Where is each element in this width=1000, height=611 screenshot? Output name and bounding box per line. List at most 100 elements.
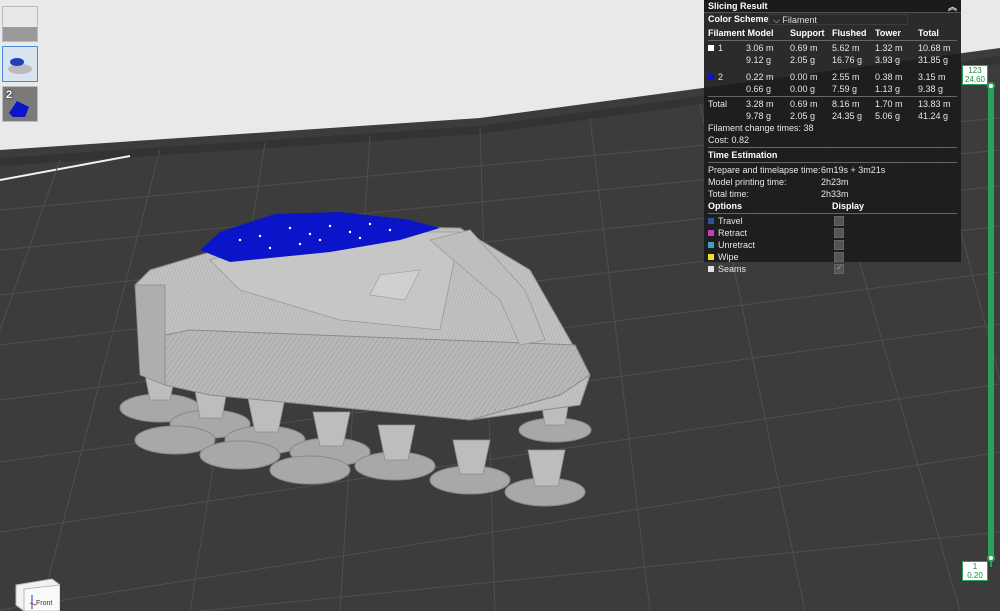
- seams-display-checkbox[interactable]: [834, 263, 844, 274]
- cost-row: Cost: 0.82: [704, 134, 961, 146]
- chevron-down-icon: ⌵: [773, 15, 783, 25]
- col-header: Tower: [875, 28, 901, 38]
- table-cell: 9.78 g: [746, 111, 772, 121]
- table-cell: 5.62 m: [832, 43, 860, 53]
- filament-id: 2: [718, 72, 724, 82]
- option-label: Travel: [718, 216, 743, 226]
- plate-thumbnail-2[interactable]: [2, 46, 38, 82]
- unretract-swatch: [708, 242, 714, 248]
- color-scheme-dropdown[interactable]: ⌵ Filament: [768, 14, 908, 25]
- total-time-value: 2h33m: [821, 189, 849, 199]
- option-retract: Retract: [704, 227, 961, 239]
- table-cell: 0.22 m: [746, 72, 774, 82]
- display-label: Display: [832, 201, 865, 211]
- table-cell: 13.83 m: [918, 99, 951, 109]
- unretract-display-checkbox[interactable]: [834, 240, 844, 250]
- time-estimation-title: Time Estimation: [708, 150, 778, 160]
- bottom-layer-number: 1: [972, 562, 978, 571]
- table-cell: 0.69 m: [790, 43, 818, 53]
- table-row: 9.12 g 2.05 g 16.76 g 3.93 g 31.85 g: [704, 54, 961, 66]
- filament-table-header: Filament Model Support Flushed Tower Tot…: [704, 27, 961, 39]
- plate-preview: [3, 27, 37, 41]
- table-cell: 2.05 g: [790, 111, 816, 121]
- plate-number: 2: [6, 89, 13, 101]
- options-header: Options Display: [704, 200, 961, 212]
- table-row: 0.66 g 0.00 g 7.59 g 1.13 g 9.38 g: [704, 83, 961, 95]
- total-row: Total 3.28 m 0.69 m 8.16 m 1.70 m 13.83 …: [704, 98, 961, 110]
- option-label: Seams: [718, 264, 747, 274]
- cube-face-label: Front: [36, 600, 53, 607]
- plate-thumbnail-list: 2: [2, 6, 40, 126]
- view-cube[interactable]: Front: [12, 575, 61, 611]
- option-wipe: Wipe: [704, 251, 961, 263]
- option-seams: Seams: [704, 263, 961, 275]
- col-header: Total: [918, 28, 939, 38]
- col-header: Filament Model: [708, 28, 774, 38]
- model-time-value: 2h23m: [821, 177, 849, 187]
- filament-change-text: Filament change times: 38: [708, 123, 814, 133]
- table-cell: 0.38 m: [875, 72, 903, 82]
- table-cell: 3.28 m: [746, 99, 774, 109]
- options-label: Options: [708, 201, 742, 211]
- table-row: 2 0.22 m 0.00 m 2.55 m 0.38 m 3.15 m: [704, 71, 961, 83]
- table-cell: 1.70 m: [875, 99, 903, 109]
- divider: [708, 40, 957, 41]
- model-time-label: Model printing time:: [708, 177, 787, 187]
- model-preview-icon: [8, 58, 32, 74]
- table-cell: 2.05 g: [790, 55, 816, 65]
- table-cell: 41.24 g: [918, 111, 949, 121]
- table-cell: 3.15 m: [918, 72, 946, 82]
- option-label: Unretract: [718, 240, 756, 250]
- col-header: Flushed: [832, 28, 867, 38]
- collapse-icon[interactable]: ︽: [948, 0, 957, 13]
- option-unretract: Unretract: [704, 239, 961, 251]
- table-cell: 9.12 g: [746, 55, 772, 65]
- table-cell: 0.66 g: [746, 84, 772, 94]
- wipe-display-checkbox[interactable]: [834, 252, 844, 262]
- bottom-layer-height: 0.20: [967, 571, 983, 580]
- prepare-time-label: Prepare and timelapse time:: [708, 165, 821, 175]
- filament-change-row: Filament change times: 38: [704, 122, 961, 134]
- panel-title: Slicing Result: [708, 1, 768, 11]
- plate-thumbnail-1[interactable]: [2, 6, 38, 42]
- layer-slider-track[interactable]: [988, 88, 994, 558]
- slider-stem: [990, 560, 992, 567]
- table-cell: 9.38 g: [918, 84, 944, 94]
- plate-thumbnail-3[interactable]: 2: [2, 86, 38, 122]
- prepare-time-row: Prepare and timelapse time: 6m19s + 3m21…: [704, 164, 961, 176]
- table-cell: 31.85 g: [918, 55, 949, 65]
- time-estimation-header: Time Estimation: [704, 149, 961, 161]
- retract-swatch: [708, 230, 714, 236]
- model-time-row: Model printing time: 2h23m: [704, 176, 961, 188]
- retract-display-checkbox[interactable]: [834, 228, 844, 238]
- filament-id: 1: [718, 43, 724, 53]
- table-row: 1 3.06 m 0.69 m 5.62 m 1.32 m 10.68 m: [704, 42, 961, 54]
- total-row: 9.78 g 2.05 g 24.35 g 5.06 g 41.24 g: [704, 110, 961, 122]
- wipe-swatch: [708, 254, 714, 260]
- divider: [708, 96, 957, 97]
- slicing-result-panel: Slicing Result ︽ Color Scheme ⌵ Filament…: [704, 0, 961, 274]
- total-label: Total: [708, 99, 728, 109]
- table-cell: 1.13 g: [875, 84, 901, 94]
- filament-1-swatch: [708, 45, 714, 51]
- table-cell: 8.16 m: [832, 99, 860, 109]
- travel-display-checkbox[interactable]: [834, 216, 844, 226]
- top-layer-height: 24.60: [964, 75, 986, 84]
- option-travel: Travel: [704, 215, 961, 227]
- table-cell: 7.59 g: [832, 84, 858, 94]
- color-scheme-value: Filament: [782, 15, 817, 25]
- panel-title-bar: Slicing Result ︽: [704, 0, 961, 13]
- divider: [708, 147, 957, 148]
- divider: [708, 213, 957, 214]
- divider: [708, 162, 957, 163]
- table-cell: 24.35 g: [832, 111, 863, 121]
- seams-swatch: [708, 266, 714, 272]
- table-cell: 0.00 g: [790, 84, 816, 94]
- total-time-label: Total time:: [708, 189, 750, 199]
- table-cell: 3.06 m: [746, 43, 774, 53]
- prepare-time-value: 6m19s + 3m21s: [821, 165, 886, 175]
- option-label: Wipe: [718, 252, 739, 262]
- table-cell: 5.06 g: [875, 111, 901, 121]
- col-header: Support: [790, 28, 825, 38]
- travel-swatch: [708, 218, 714, 224]
